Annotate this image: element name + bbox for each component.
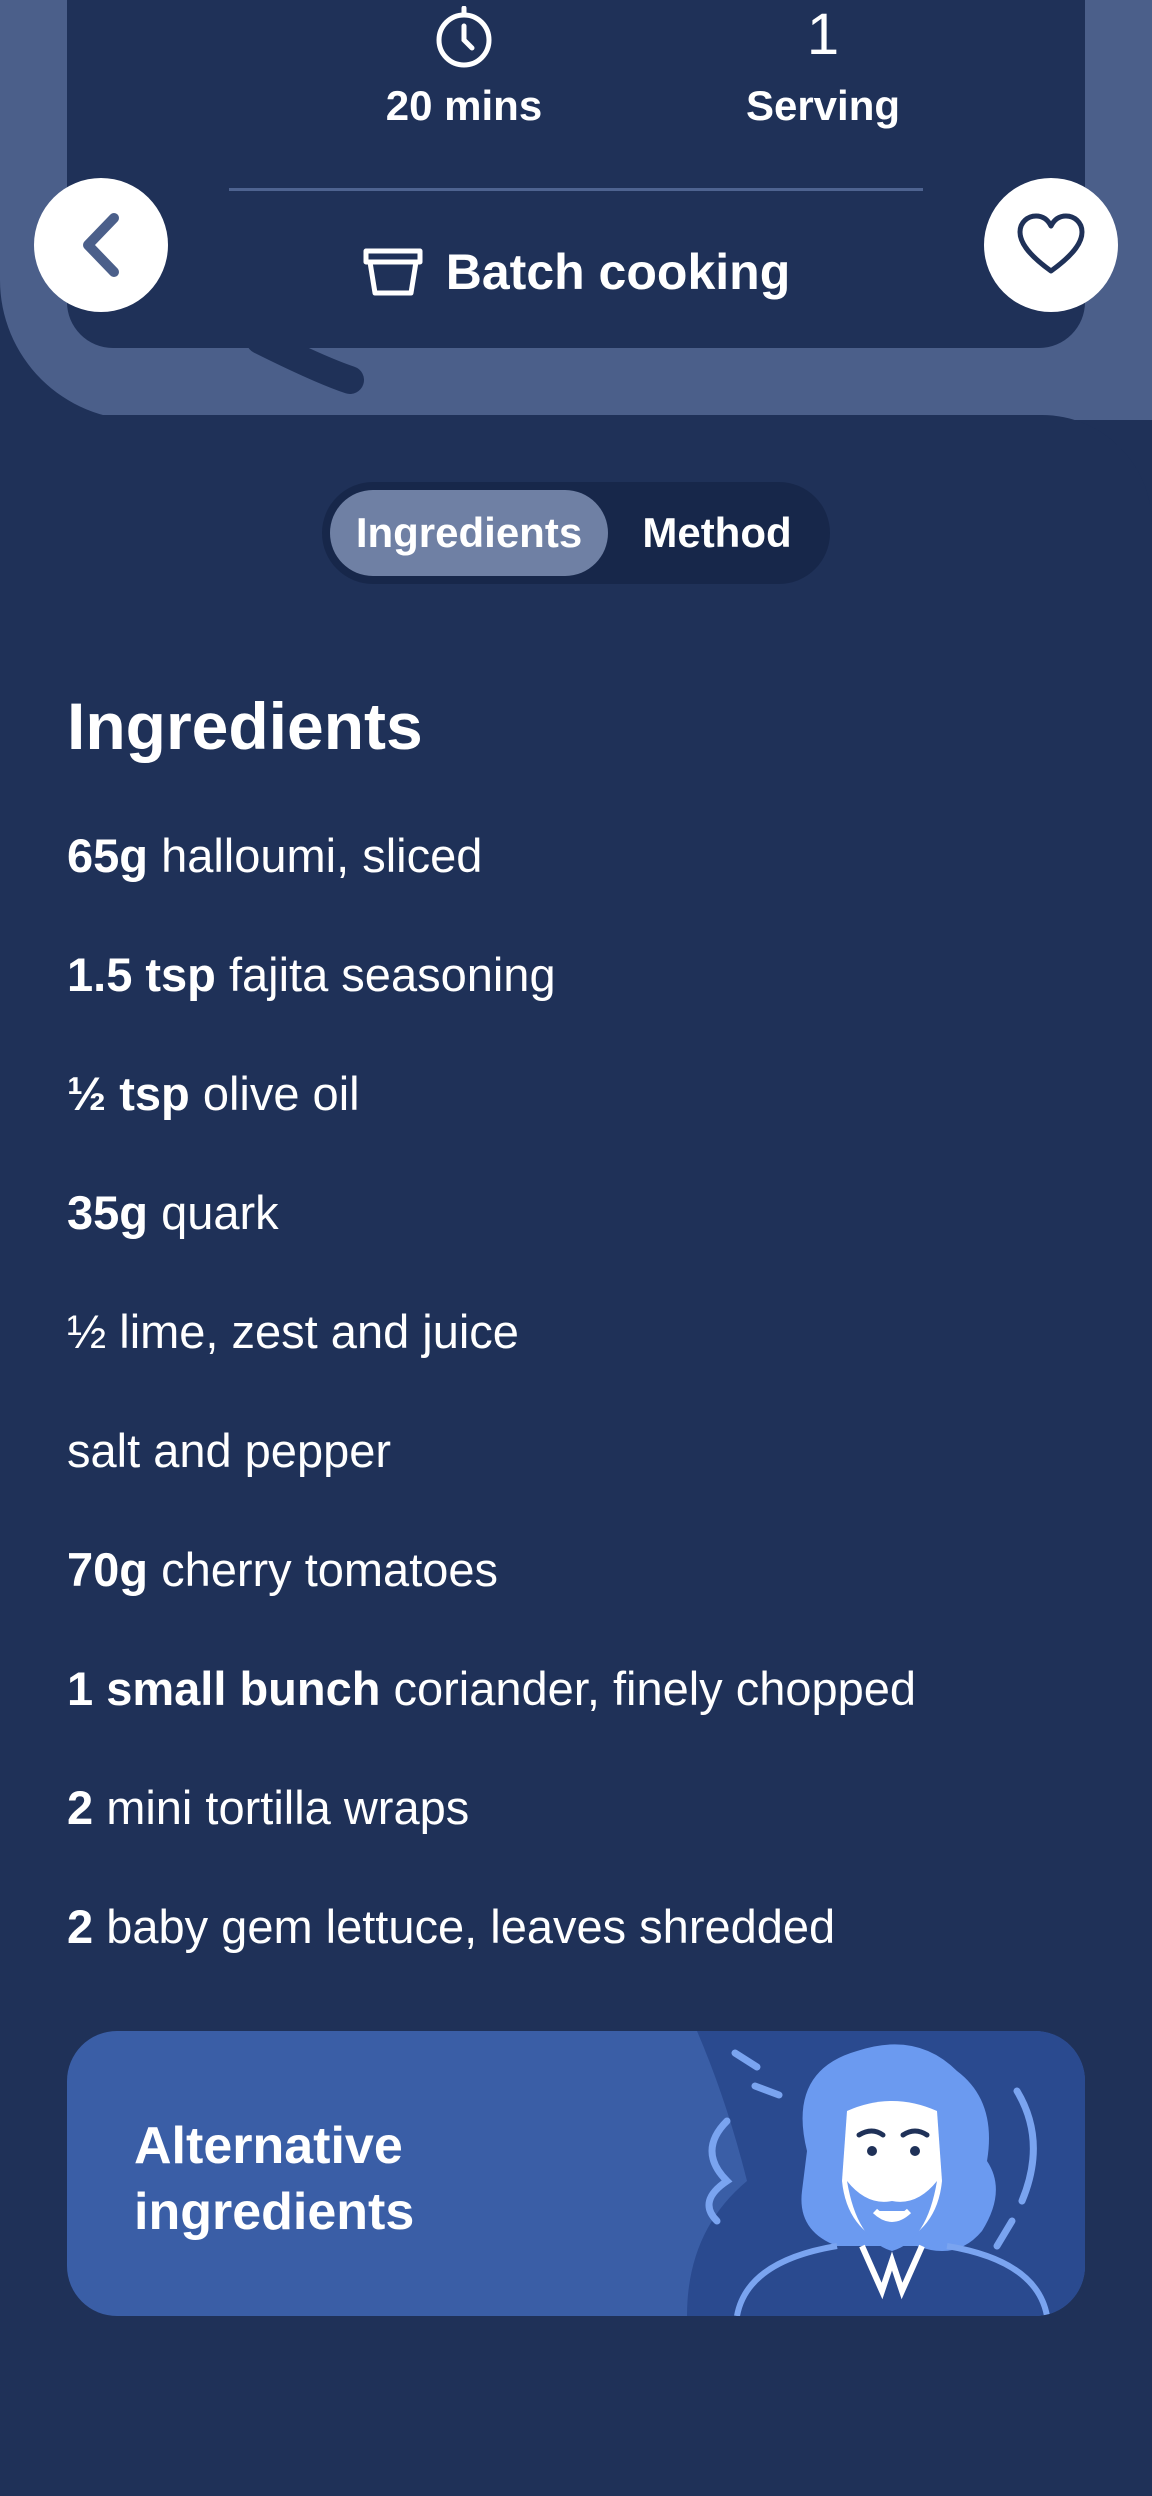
alternative-ingredients-title: Alternative ingredients (134, 2113, 534, 2245)
ingredient-item: 2 mini tortilla wraps (67, 1772, 1097, 1891)
ingredient-item: ½ lime, zest and juice (67, 1296, 1097, 1415)
ingredient-item: 35g quark (67, 1177, 1097, 1296)
ingredient-item: 1.5 tsp fajita seasoning (67, 939, 1097, 1058)
container-icon (363, 248, 423, 296)
favorite-button[interactable] (984, 178, 1118, 312)
ingredient-name: ½ lime, zest and juice (67, 1305, 519, 1358)
ingredient-name: cherry tomatoes (161, 1543, 499, 1596)
tab-ingredients[interactable]: Ingredients (330, 490, 608, 576)
ingredient-item: 70g cherry tomatoes (67, 1534, 1097, 1653)
cooking-time-value: 20 mins (385, 82, 543, 129)
ingredient-name: baby gem lettuce, leaves shredded (106, 1900, 836, 1953)
divider (229, 188, 923, 191)
servings: 1 Serving (673, 0, 973, 142)
ingredient-quantity: 65g (67, 829, 148, 882)
chevron-left-icon (83, 213, 119, 277)
back-button[interactable] (34, 178, 168, 312)
stopwatch-icon (436, 6, 492, 68)
batch-cooking-tag: Batch cooking (67, 232, 1085, 312)
ingredient-quantity: 2 (67, 1781, 94, 1834)
ingredient-name: salt and pepper (67, 1424, 392, 1477)
ingredient-quantity: ½ tsp (67, 1067, 190, 1120)
tab-method[interactable]: Method (612, 490, 822, 576)
ingredient-name: mini tortilla wraps (106, 1781, 470, 1834)
ingredient-name: halloumi, sliced (161, 829, 483, 882)
ingredient-list: 65g halloumi, sliced 1.5 tsp fajita seas… (67, 820, 1097, 2010)
ingredient-item: 1 small bunch coriander, finely chopped (67, 1653, 1097, 1772)
batch-cooking-label: Batch cooking (445, 244, 791, 300)
content-tab-switcher: Ingredients Method (322, 482, 830, 584)
ingredient-quantity: 2 (67, 1900, 94, 1953)
ingredient-name: coriander, finely chopped (393, 1662, 917, 1715)
ingredient-quantity: 1 small bunch (67, 1662, 381, 1715)
serving-count: 1 (806, 2, 840, 67)
ingredient-item: 65g halloumi, sliced (67, 820, 1097, 939)
heart-icon (1017, 213, 1085, 274)
ingredient-quantity: 35g (67, 1186, 148, 1239)
ingredients-heading: Ingredients (67, 689, 423, 763)
ingredient-name: olive oil (202, 1067, 360, 1120)
ingredient-quantity: 1.5 tsp (67, 948, 216, 1001)
cooking-time: 20 mins (314, 0, 614, 142)
ingredient-item: 2 baby gem lettuce, leaves shredded (67, 1891, 1097, 2010)
ingredient-item: ½ tsp olive oil (67, 1058, 1097, 1177)
serving-label: Serving (745, 82, 901, 129)
ingredient-quantity: 70g (67, 1543, 148, 1596)
ingredient-item: salt and pepper (67, 1415, 1097, 1534)
alternative-ingredients-banner[interactable]: Alternative ingredients (67, 2031, 1085, 2316)
ingredient-name: fajita seasoning (228, 948, 556, 1001)
ingredient-name: quark (161, 1186, 279, 1239)
chef-illustration-icon (687, 2031, 1085, 2316)
recipe-info-card: 20 mins 1 Serving Batch cooking (67, 0, 1085, 348)
banner-line-1: Alternative (134, 2117, 403, 2175)
banner-line-2: ingredients (134, 2183, 415, 2241)
